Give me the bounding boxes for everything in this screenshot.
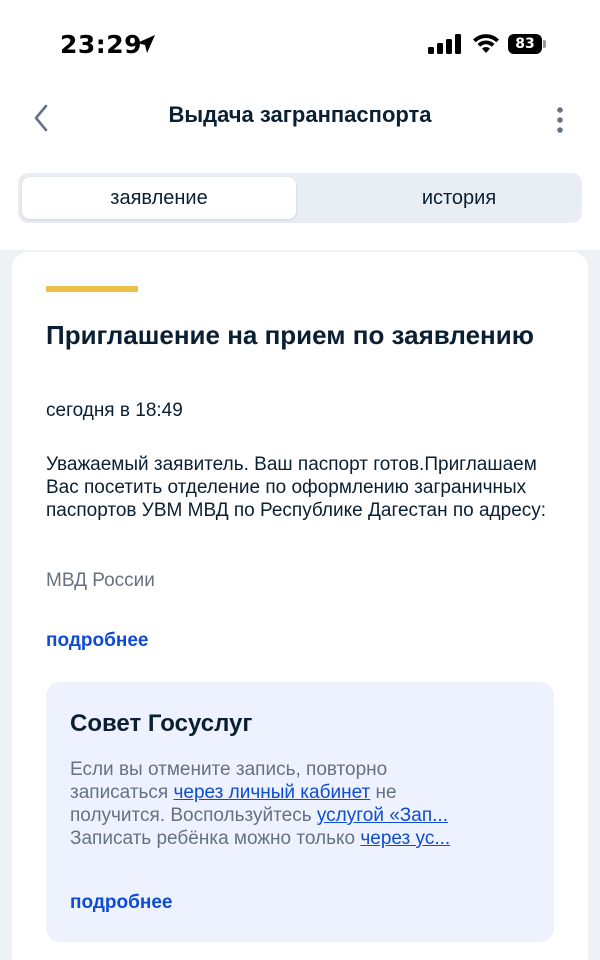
wifi-icon	[473, 34, 499, 53]
advice-text-segment: получится. Воспользуйтесь	[70, 805, 317, 826]
details-link[interactable]: подробнее	[46, 630, 148, 652]
status-time: 23:29	[60, 30, 143, 59]
more-options-button[interactable]	[548, 98, 572, 138]
notification-card: Приглашение на прием по заявлению сегодн…	[12, 252, 588, 960]
battery-level: 83	[508, 34, 542, 54]
advice-line: получится. Воспользуйтесь услугой «Зап..…	[70, 804, 540, 827]
advice-block: Совет Госуслуг Если вы отмените запись, …	[46, 682, 554, 942]
notification-title: Приглашение на прием по заявлению	[46, 320, 534, 350]
child-service-link[interactable]: через ус...	[360, 828, 450, 849]
advice-line: Если вы отмените запись, повторно	[70, 758, 540, 781]
page-title: Выдача загранпаспорта	[168, 102, 432, 127]
status-bar: 23:29 83	[0, 0, 600, 90]
advice-details-link[interactable]: подробнее	[70, 892, 172, 914]
advice-text-segment: Записать ребёнка можно только	[70, 828, 361, 849]
advice-line: Записать ребёнка можно только через ус..…	[70, 827, 540, 850]
tab-history[interactable]: история	[322, 177, 596, 219]
personal-account-link[interactable]: через личный кабинет	[174, 782, 371, 803]
battery-icon: 83	[508, 34, 546, 54]
advice-text-segment: записаться	[70, 782, 174, 803]
notification-date: сегодня в 18:49	[46, 400, 183, 421]
service-link[interactable]: услугой «Зап...	[317, 805, 448, 826]
notification-message: Уважаемый заявитель. Ваш паспорт готов.П…	[46, 454, 547, 521]
advice-text: Если вы отмените запись, повторно записа…	[70, 758, 540, 850]
tab-switcher: заявление история	[18, 173, 582, 223]
more-vertical-icon	[557, 107, 563, 133]
battery-cap	[543, 40, 546, 48]
advice-title: Совет Госуслуг	[70, 710, 253, 737]
advice-text-segment: не	[370, 782, 397, 803]
notification-source: МВД России	[46, 570, 155, 591]
accent-bar	[46, 286, 138, 292]
advice-line: записаться через личный кабинет не	[70, 781, 540, 804]
cellular-signal-icon	[428, 34, 461, 54]
tab-application[interactable]: заявление	[22, 177, 296, 219]
advice-text-segment: Если вы отмените запись, повторно	[70, 759, 388, 780]
app-header: Выдача загранпаспорта	[0, 90, 600, 146]
location-arrow-icon	[137, 35, 155, 53]
